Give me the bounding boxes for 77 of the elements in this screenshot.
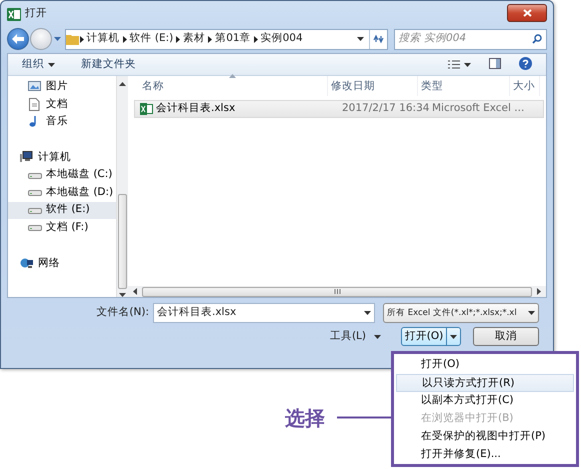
picture-icon bbox=[28, 80, 42, 94]
file-type: Microsoft Excel ... bbox=[432, 101, 524, 116]
menu-item[interactable]: 打开(O) bbox=[396, 356, 574, 374]
menu-item[interactable]: 以副本方式打开(C) bbox=[396, 392, 574, 410]
chevron-right-icon bbox=[80, 36, 84, 42]
sidebar-item[interactable]: 图片 bbox=[8, 78, 116, 96]
panel-icon bbox=[489, 58, 501, 70]
menu-item[interactable]: 打开并修复(E)... bbox=[396, 446, 574, 464]
file-type-dropdown[interactable]: 所有 Excel 文件(*.xl*;*.xlsx;*.xl bbox=[383, 303, 539, 323]
caret-icon bbox=[374, 334, 381, 338]
list-view-icon bbox=[448, 60, 460, 69]
network-icon bbox=[20, 257, 34, 270]
spreadsheet-icon bbox=[140, 103, 153, 115]
close-icon bbox=[522, 9, 532, 17]
toolbar-button[interactable]: 组织 bbox=[16, 56, 61, 72]
scroll-up-icon bbox=[119, 82, 126, 86]
sidebar-item[interactable]: 软件 (E:) bbox=[8, 202, 116, 220]
chevron-right-icon bbox=[176, 36, 180, 42]
open-dropdown-button[interactable] bbox=[446, 328, 460, 345]
tools-button[interactable]: 工具(L) bbox=[324, 328, 387, 344]
window-title: 打开 bbox=[25, 6, 47, 22]
sidebar-item[interactable]: 网络 bbox=[8, 254, 116, 272]
caret-icon bbox=[48, 62, 55, 66]
cancel-button[interactable]: 取消 bbox=[473, 327, 539, 346]
scrollbar-thumb[interactable] bbox=[142, 286, 532, 296]
filename-field[interactable]: 会计科目表.xlsx bbox=[153, 303, 375, 323]
search-icon bbox=[532, 34, 542, 44]
sidebar-item[interactable]: 文档 (F:) bbox=[8, 219, 116, 237]
caret-icon bbox=[364, 311, 371, 315]
computer-icon bbox=[20, 151, 34, 164]
scroll-right-icon bbox=[537, 288, 541, 295]
breadcrumb-item[interactable]: 软件 (E:) bbox=[126, 31, 176, 47]
horizontal-scrollbar[interactable] bbox=[128, 286, 546, 297]
chevron-right-icon bbox=[122, 36, 127, 42]
breadcrumb-item[interactable]: 素材 bbox=[180, 31, 208, 47]
address-bar[interactable]: 计算机 软件 (E:) 素材 第01章 实例004 bbox=[64, 28, 388, 50]
column-header[interactable]: 修改日期 bbox=[328, 76, 418, 96]
column-header[interactable]: 大小 bbox=[510, 76, 540, 96]
caret-icon[interactable] bbox=[54, 37, 61, 41]
scroll-down-icon bbox=[119, 293, 126, 297]
scrollbar-thumb[interactable] bbox=[118, 194, 127, 289]
back-button[interactable] bbox=[7, 28, 29, 50]
vertical-scrollbar[interactable] bbox=[116, 76, 128, 297]
help-icon bbox=[519, 57, 532, 70]
sidebar-item[interactable]: 本地磁盘 (D:) bbox=[8, 184, 116, 202]
file-row[interactable]: 会计科目表.xlsx 2017/2/17 16:34 Microsoft Excel ... bbox=[134, 100, 544, 118]
chevron-right-icon bbox=[208, 36, 212, 42]
caret-icon bbox=[450, 334, 457, 338]
spreadsheet-icon bbox=[7, 8, 21, 20]
close-button[interactable] bbox=[507, 4, 547, 22]
search-field[interactable]: 搜索 实例004 bbox=[394, 28, 547, 50]
breadcrumb-item[interactable]: 实例004 bbox=[258, 31, 306, 47]
grip-icon bbox=[334, 289, 340, 294]
file-name: 会计科目表.xlsx bbox=[156, 101, 236, 116]
sidebar-item[interactable]: 计算机 bbox=[8, 148, 116, 166]
caret-icon bbox=[356, 37, 364, 41]
caret-icon bbox=[528, 311, 535, 315]
toolbar-button[interactable]: 新建文件夹 bbox=[75, 56, 142, 72]
sidebar-item[interactable]: 文档 bbox=[8, 96, 116, 114]
field-label: 文件名(N): bbox=[96, 305, 149, 320]
folder-icon bbox=[66, 33, 80, 45]
breadcrumb-item[interactable]: 第01章 bbox=[212, 31, 254, 47]
breadcrumb-item[interactable]: 计算机 bbox=[84, 31, 123, 47]
menu-item[interactable]: 以只读方式打开(R) bbox=[396, 374, 574, 392]
caret-icon bbox=[464, 62, 471, 66]
file-date: 2017/2/17 16:34 bbox=[342, 101, 430, 116]
scroll-left-icon bbox=[133, 288, 137, 295]
sort-arrow-icon bbox=[229, 74, 236, 78]
sidebar-item[interactable]: 音乐 bbox=[8, 113, 116, 131]
refresh-icon bbox=[372, 34, 384, 44]
sidebar-item[interactable]: 本地磁盘 (C:) bbox=[8, 166, 116, 184]
chevron-right-icon bbox=[254, 36, 258, 42]
document-icon bbox=[28, 98, 42, 111]
menu-item[interactable]: 在受保护的视图中打开(P) bbox=[396, 428, 574, 446]
callout-label: 选择 bbox=[285, 405, 325, 432]
arrow-left-icon bbox=[12, 34, 24, 44]
column-header[interactable]: 类型 bbox=[418, 76, 510, 96]
